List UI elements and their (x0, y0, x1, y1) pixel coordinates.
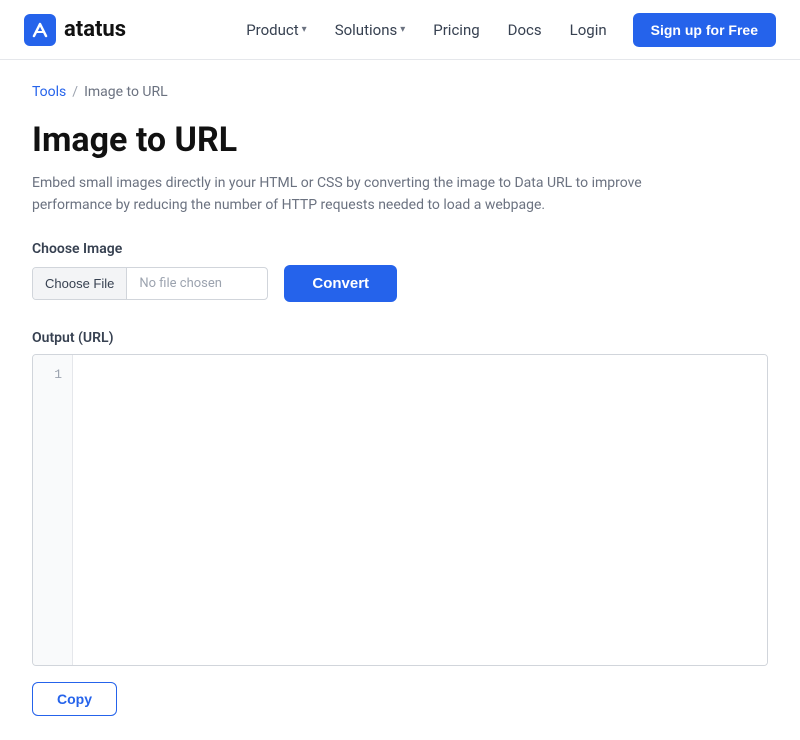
output-container: 1 (32, 354, 768, 666)
page-description: Embed small images directly in your HTML… (32, 172, 712, 217)
main-nav: Product ▾ Solutions ▾ Pricing Docs Login… (236, 13, 776, 47)
line-numbers: 1 (33, 355, 73, 665)
page-title: Image to URL (32, 120, 768, 160)
nav-item-pricing[interactable]: Pricing (423, 15, 489, 45)
chevron-down-icon: ▾ (302, 24, 307, 35)
signup-button[interactable]: Sign up for Free (633, 13, 776, 47)
breadcrumb-separator: / (72, 84, 78, 100)
choose-file-button[interactable]: Choose File (33, 268, 127, 299)
breadcrumb-current: Image to URL (84, 84, 168, 100)
nav-item-login[interactable]: Login (560, 15, 617, 45)
chevron-down-icon: ▾ (400, 24, 405, 35)
breadcrumb-tools-link[interactable]: Tools (32, 84, 66, 100)
nav-item-product[interactable]: Product ▾ (236, 15, 316, 45)
header: atatus Product ▾ Solutions ▾ Pricing Doc… (0, 0, 800, 60)
logo-text: atatus (64, 17, 126, 42)
choose-image-label: Choose Image (32, 241, 768, 257)
nav-item-solutions[interactable]: Solutions ▾ (325, 15, 416, 45)
file-input-wrapper: Choose File No file chosen (32, 267, 268, 300)
output-textarea[interactable] (73, 355, 767, 665)
convert-button[interactable]: Convert (284, 265, 397, 302)
logo-icon (24, 14, 56, 46)
copy-button[interactable]: Copy (32, 682, 117, 716)
nav-item-docs[interactable]: Docs (498, 15, 552, 45)
main-content: Tools / Image to URL Image to URL Embed … (0, 60, 800, 740)
logo[interactable]: atatus (24, 14, 126, 46)
output-label: Output (URL) (32, 330, 768, 346)
breadcrumb: Tools / Image to URL (32, 84, 768, 100)
file-input-row: Choose File No file chosen Convert (32, 265, 768, 302)
file-chosen-text: No file chosen (127, 268, 267, 299)
